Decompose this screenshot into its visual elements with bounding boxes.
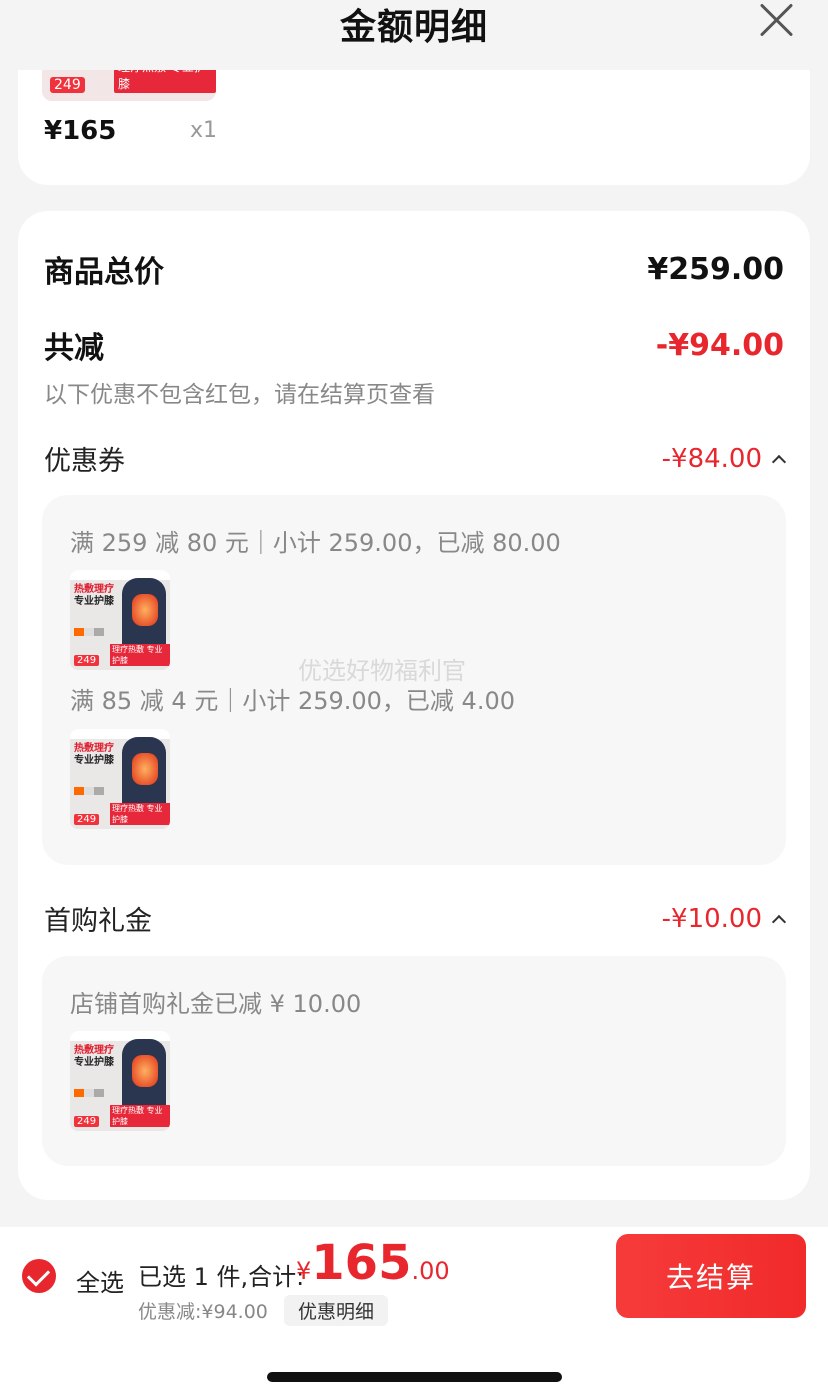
coupon-row[interactable]: 优惠券 -¥84.00 xyxy=(44,439,787,478)
reduce-row: 共减 -¥94.00 xyxy=(44,323,784,367)
total-row: 商品总价 ¥259.00 xyxy=(44,247,784,291)
reduce-label: 共减 xyxy=(44,331,104,366)
header: 金额明细 xyxy=(0,0,828,70)
product-thumbnail: 热敷理疗 专业护膝 249 理疗热敷 专业护膝 xyxy=(70,570,170,670)
total-value: ¥259.00 xyxy=(647,251,784,287)
page-title: 金额明细 xyxy=(339,7,488,48)
total-price: ¥ 165 .00 xyxy=(296,1235,450,1291)
discount-note: 以下优惠不包含红包，请在结算页查看 xyxy=(44,382,435,408)
coupon-value-wrap: -¥84.00 xyxy=(661,443,787,474)
price-detail-card: 商品总价 ¥259.00 共减 -¥94.00 以下优惠不包含红包，请在结算页查… xyxy=(18,211,810,1200)
first-gift-row[interactable]: 首购礼金 -¥10.00 xyxy=(44,899,787,938)
watermark: 优选好物福利官 xyxy=(298,657,466,685)
currency-symbol: ¥ xyxy=(296,1257,312,1285)
product-thumbnail: 热敷理疗 专业护膝 249 理疗热敷 专业护膝 xyxy=(70,729,170,829)
coupon-label: 优惠券 xyxy=(44,446,125,477)
discount-detail-button[interactable]: 优惠明细 xyxy=(284,1295,389,1326)
item-card: 249 理疗热敷 专业护膝 ¥165 x1 xyxy=(18,70,810,185)
item-quantity: x1 xyxy=(190,118,218,143)
chevron-up-icon[interactable] xyxy=(771,914,787,929)
checkout-bar: 全选 已选 1 件,合计: ¥ 165 .00 优惠减:¥94.00 优惠明细 … xyxy=(0,1227,828,1327)
coupon-value: -¥84.00 xyxy=(661,443,762,474)
first-gift-label: 首购礼金 xyxy=(44,906,152,937)
total-label: 商品总价 xyxy=(44,255,164,290)
chevron-up-icon[interactable] xyxy=(771,454,787,469)
product-thumbnail: 249 理疗热敷 专业护膝 xyxy=(42,70,216,101)
item-price: ¥165 xyxy=(44,116,117,146)
first-gift-value: -¥10.00 xyxy=(661,903,762,934)
coupon-line: 满 259 减 80 元｜小计 259.00，已减 80.00 xyxy=(70,529,561,557)
home-indicator[interactable] xyxy=(267,1372,562,1382)
selected-count-text: 已选 1 件,合计: xyxy=(138,1263,305,1291)
select-all-checkbox[interactable] xyxy=(22,1259,56,1293)
thumb-price-tag: 249 xyxy=(50,77,85,93)
first-gift-line: 店铺首购礼金已减 ¥ 10.00 xyxy=(70,990,362,1018)
first-gift-value-wrap: -¥10.00 xyxy=(661,903,787,934)
close-icon[interactable] xyxy=(758,0,794,36)
home-area xyxy=(0,1327,828,1400)
discount-summary: 优惠减:¥94.00 xyxy=(138,1301,268,1323)
select-all-label[interactable]: 全选 xyxy=(76,1263,124,1298)
thumb-feature-tag: 理疗热敷 专业护膝 xyxy=(114,70,216,93)
checkout-button[interactable]: 去结算 xyxy=(616,1234,806,1318)
coupon-line: 满 85 减 4 元｜小计 259.00，已减 4.00 xyxy=(70,687,515,715)
total-decimal: .00 xyxy=(411,1257,450,1285)
product-thumbnail: 热敷理疗 专业护膝 249 理疗热敷 专业护膝 xyxy=(70,1031,170,1131)
total-integer: 165 xyxy=(311,1235,412,1291)
reduce-value: -¥94.00 xyxy=(655,327,784,363)
first-gift-panel: 店铺首购礼金已减 ¥ 10.00 热敷理疗 专业护膝 249 理疗热敷 专业护膝 xyxy=(42,956,786,1166)
